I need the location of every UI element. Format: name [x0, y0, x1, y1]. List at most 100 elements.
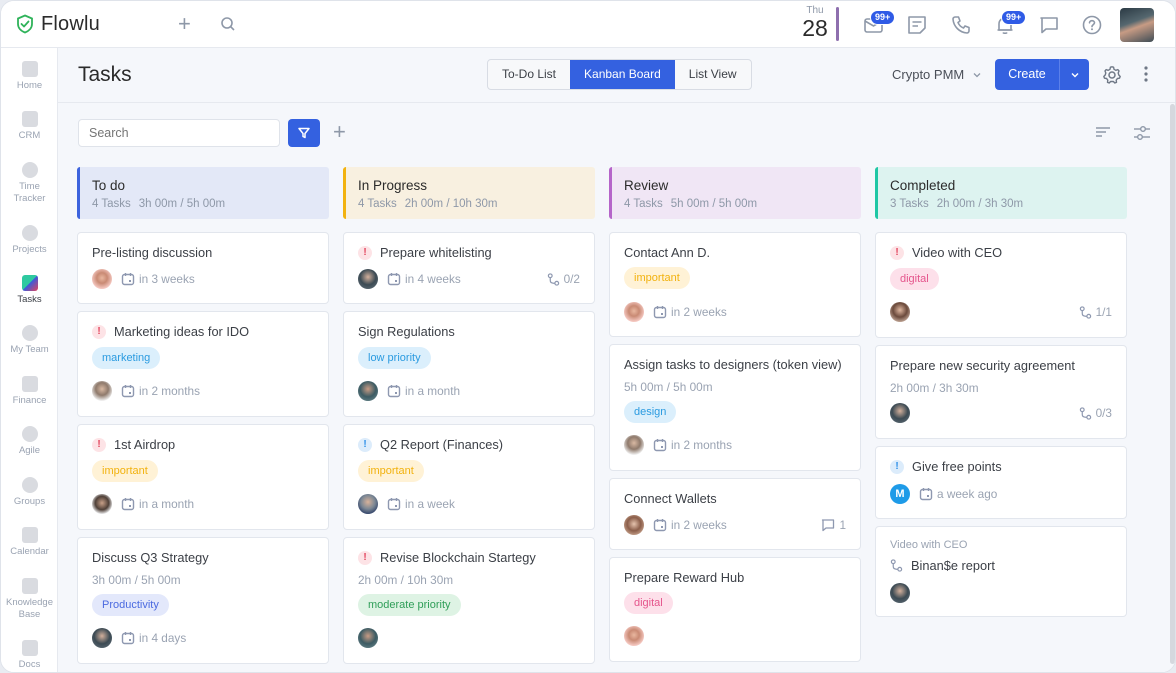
subtasks-icon [1079, 306, 1092, 319]
task-card[interactable]: Prepare new security agreement 2h 00m / … [875, 345, 1127, 439]
assignee-avatar [358, 381, 378, 401]
task-title: Prepare new security agreement [890, 358, 1075, 373]
subtasks-count: 1/1 [1095, 305, 1112, 319]
task-card[interactable]: ! Prepare whitelisting in 4 weeks 0/2 [343, 232, 595, 304]
task-card[interactable]: Prepare Reward Hub digital [609, 557, 861, 662]
sidebar-item-finance[interactable]: Finance [1, 376, 58, 407]
column-header[interactable]: Review 4 Tasks 5h 00m / 5h 00m [609, 167, 861, 219]
column-title: Completed [890, 178, 956, 193]
priority-high-icon: ! [890, 245, 904, 260]
search-icon[interactable] [220, 16, 236, 32]
sidebar-item-tasks[interactable]: Tasks [1, 275, 58, 306]
task-card[interactable]: Sign Regulations low priority in a month [343, 311, 595, 417]
assignee-avatar [624, 302, 644, 322]
sidebar-item-calendar[interactable]: Calendar [1, 527, 58, 558]
task-card[interactable]: ! Marketing ideas for IDO marketing in 2 … [77, 311, 329, 417]
kanban-column-review: Review 4 Tasks 5h 00m / 5h 00m Contact An… [609, 167, 861, 662]
sidebar-item-groups[interactable]: Groups [1, 477, 58, 508]
parent-task-link[interactable]: Video with CEO [890, 539, 967, 551]
sidebar-item-my-team[interactable]: My Team [1, 325, 58, 356]
due-date: in 2 months [671, 438, 732, 452]
column-header[interactable]: In Progress 4 Tasks 2h 00m / 10h 30m [343, 167, 595, 219]
column-time: 3h 00m / 5h 00m [138, 198, 226, 210]
project-select[interactable]: Crypto PMM [892, 67, 982, 82]
sidebar-item-agile[interactable]: Agile [1, 426, 58, 457]
sidebar-item-docs[interactable]: Docs [1, 640, 58, 671]
task-title: Prepare Reward Hub [624, 570, 745, 585]
task-card[interactable]: Contact Ann D. important in 2 weeks [609, 232, 861, 337]
app-window: Flowlu + Thu 28 99+ 99+ Home CRM Time Tr… [0, 0, 1176, 673]
task-card[interactable]: ! Video with CEO digital 1/1 [875, 232, 1127, 338]
column-time: 2h 00m / 10h 30m [404, 198, 498, 210]
assignee-avatar [624, 435, 644, 455]
column-title: In Progress [358, 178, 428, 193]
user-avatar[interactable] [1120, 8, 1154, 42]
task-card[interactable]: Video with CEO Binan$e report [875, 526, 1127, 617]
column-task-count: 4 Tasks [358, 198, 397, 210]
settings-sliders-icon[interactable] [1133, 125, 1151, 141]
top-bar: Flowlu + Thu 28 99+ 99+ [1, 1, 1175, 48]
assignee-avatar [358, 628, 378, 648]
sidebar-item-home[interactable]: Home [1, 61, 58, 92]
task-card[interactable]: ! Revise Blockchain Startegy 2h 00m / 10h… [343, 537, 595, 664]
column-header[interactable]: To do 4 Tasks 3h 00m / 5h 00m [77, 167, 329, 219]
column-title: To do [92, 178, 126, 193]
gear-icon[interactable] [1102, 65, 1122, 85]
kanban-column-todo: To do 4 Tasks 3h 00m / 5h 00m Pre-listing… [77, 167, 329, 664]
task-tag: design [624, 401, 677, 423]
more-options-icon[interactable] [1143, 65, 1149, 83]
chat-icon[interactable] [1038, 14, 1060, 36]
task-card[interactable]: ! Q2 Report (Finances) important in a wee… [343, 424, 595, 530]
task-card[interactable]: ! 1st Airdrop important in a month [77, 424, 329, 530]
task-card[interactable]: Connect Wallets in 2 weeks 1 [609, 478, 861, 550]
priority-high-icon: ! [92, 324, 106, 339]
tab-kanban-board[interactable]: Kanban Board [570, 60, 675, 89]
scrollbar[interactable] [1170, 104, 1175, 664]
view-switcher: To-Do List Kanban Board List View [487, 59, 752, 90]
task-card[interactable]: Pre-listing discussion in 3 weeks [77, 232, 329, 304]
filter-button[interactable] [288, 119, 320, 147]
add-column-icon[interactable]: + [333, 121, 346, 143]
help-icon[interactable] [1081, 14, 1103, 36]
subtasks-icon [547, 273, 560, 286]
task-tag: low priority [358, 347, 431, 369]
column-header[interactable]: Completed 3 Tasks 2h 00m / 3h 30m [875, 167, 1127, 219]
sidebar-item-time-tracker[interactable]: Time Tracker [1, 162, 58, 205]
sidebar-item-knowledge-base[interactable]: Knowledge Base [1, 578, 58, 621]
priority-low-icon: ! [890, 459, 904, 474]
crm-icon [21, 111, 38, 127]
task-card[interactable]: ! Give free points Ma week ago [875, 446, 1127, 519]
subtasks-count: 0/2 [563, 272, 580, 286]
assignee-avatar [92, 269, 112, 289]
sort-icon[interactable] [1095, 126, 1111, 138]
projects-icon [21, 225, 38, 241]
create-button[interactable]: Create [995, 59, 1059, 90]
phone-icon[interactable] [950, 14, 972, 36]
task-title: 1st Airdrop [114, 437, 176, 452]
logo[interactable]: Flowlu [15, 13, 100, 36]
subtasks-count: 0/3 [1095, 406, 1112, 420]
sidebar-item-projects[interactable]: Projects [1, 225, 58, 256]
task-title: Binan$e report [911, 558, 995, 573]
sidebar: Home CRM Time Tracker Projects Tasks My … [1, 48, 58, 672]
tab-todo-list[interactable]: To-Do List [488, 60, 570, 89]
tasks-icon [21, 275, 38, 291]
due-date: in a week [405, 497, 455, 511]
assignee-avatar [890, 583, 910, 603]
page-title: Tasks [78, 63, 132, 86]
date-widget[interactable]: Thu 28 [799, 5, 831, 40]
column-task-count: 3 Tasks [890, 198, 929, 210]
notes-icon[interactable] [906, 14, 928, 36]
create-dropdown-button[interactable] [1059, 59, 1089, 90]
task-card[interactable]: Assign tasks to designers (token view) 5… [609, 344, 861, 471]
comments-count: 1 [839, 518, 846, 532]
task-title: Contact Ann D. [624, 245, 711, 260]
assignee-avatar [92, 494, 112, 514]
kanban-column-in-progress: In Progress 4 Tasks 2h 00m / 10h 30m ! Pre… [343, 167, 595, 664]
due-date: in 3 weeks [139, 272, 195, 286]
task-card[interactable]: Discuss Q3 Strategy 3h 00m / 5h 00m Prod… [77, 537, 329, 664]
search-input[interactable] [78, 119, 280, 147]
tab-list-view[interactable]: List View [675, 60, 751, 89]
add-icon[interactable]: + [178, 13, 191, 35]
sidebar-item-crm[interactable]: CRM [1, 111, 58, 142]
